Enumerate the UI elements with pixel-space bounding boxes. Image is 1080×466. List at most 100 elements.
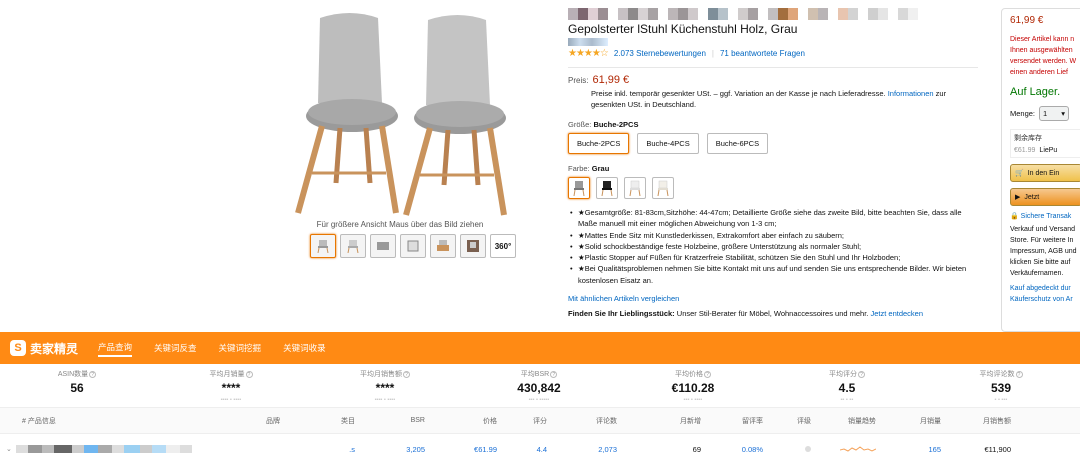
logo-icon: S	[10, 340, 26, 356]
metric-value: €110.28	[671, 381, 715, 395]
style-advisor-title: Finden Sie Ihr Lieblingsstück:	[568, 309, 675, 319]
size-option[interactable]: Buche-4PCS	[637, 133, 699, 154]
shipping-warning: Dieser Artikel kann n Ihnen ausgewählten…	[1010, 34, 1080, 78]
metric-label: 平均BSR?	[462, 369, 616, 379]
price-label: Preis:	[568, 76, 589, 85]
size-options: Buche-2PCS Buche-4PCS Buche-6PCS	[568, 133, 978, 154]
stock-widget: 剩余库存 €61.99 LiePu	[1010, 129, 1080, 158]
metric-label: 平均月销量?	[154, 369, 308, 379]
secure-transaction-label: Sichere Transak	[1020, 213, 1072, 220]
col-monthly-new[interactable]: 月新增	[617, 416, 701, 426]
seller-info-line: Verkauf und Versand	[1010, 226, 1075, 233]
cell-monthly-new: 69	[692, 444, 701, 454]
thumbnail[interactable]	[460, 234, 486, 258]
seller-sprite-panel: S 卖家精灵 产品查询 关键词反查 关键词挖掘 关键词收录 ASIN数量? 56…	[0, 332, 1080, 466]
col-bsr[interactable]: BSR	[355, 417, 425, 424]
metric-label: 平均价格?	[616, 369, 770, 379]
metric-asin-count: ASIN数量? 56	[0, 364, 154, 407]
col-price[interactable]: 价格	[425, 416, 497, 426]
cell-bsr[interactable]: 3,205	[355, 445, 425, 454]
size-option[interactable]: Buche-2PCS	[568, 133, 630, 154]
warning-line: Dieser Artikel kann n	[1010, 36, 1075, 43]
col-sales-trend[interactable]: 销量趋势	[811, 416, 876, 426]
help-icon[interactable]: ?	[550, 370, 558, 378]
help-icon[interactable]: ?	[89, 370, 97, 378]
col-product[interactable]: # 产品信息	[0, 416, 90, 426]
color-option-white[interactable]	[624, 177, 646, 199]
plugin-logo[interactable]: S 卖家精灵	[10, 340, 78, 357]
color-option-grey[interactable]	[568, 177, 590, 199]
view-360-button[interactable]: 360°	[490, 234, 516, 258]
discover-now-link[interactable]: Jetzt entdecken	[870, 309, 923, 318]
compare-link[interactable]: Mit ähnlichen Artikeln vergleichen	[568, 294, 978, 303]
buy-now-button[interactable]: ▶ Jetzt	[1010, 188, 1080, 206]
color-option-cream[interactable]	[652, 177, 674, 199]
thumbnail[interactable]	[370, 234, 396, 258]
tab-keyword-mining[interactable]: 关键词挖掘	[219, 340, 262, 356]
zoom-hint: Für größere Ansicht Maus über das Bild z…	[316, 220, 484, 229]
add-to-cart-button[interactable]: 🛒 In den Ein	[1010, 164, 1080, 182]
ratings-count-link[interactable]: 2.073 Sternebewertungen	[614, 49, 706, 58]
feature-bullet: ★Mattes Ende Sitz mit Kunstlederkissen, …	[568, 230, 978, 242]
size-label: Größe:	[568, 120, 592, 129]
redacted-store-link[interactable]	[568, 38, 608, 46]
secure-transaction-link[interactable]: 🔒 Sichere Transak	[1010, 212, 1080, 220]
tab-keyword-index[interactable]: 关键词收录	[283, 340, 326, 356]
plugin-header: S 卖家精灵 产品查询 关键词反查 关键词挖掘 关键词收录	[0, 332, 1080, 364]
col-brand[interactable]: 品牌	[90, 416, 280, 426]
chevron-down-icon[interactable]: ⌄	[6, 445, 12, 453]
help-icon[interactable]: ?	[704, 370, 711, 378]
warning-line: einen anderen Lief	[1010, 69, 1068, 76]
feature-bullet: ★Gesamtgröße: 81-83cm,Sitzhöhe: 44-47cm;…	[568, 207, 978, 230]
buyer-protection-link[interactable]: Kauf abgedeckt dur Käuferschutz von Ar	[1010, 283, 1080, 305]
cell-reviews: 2,073	[598, 444, 617, 454]
color-options	[568, 177, 978, 199]
price-note: Preise inkl. temporär gesenkter USt. – g…	[591, 88, 971, 110]
col-rating[interactable]: 评分	[497, 416, 547, 426]
warning-line: Ihnen ausgewählten	[1010, 47, 1073, 54]
thumbnail[interactable]	[310, 234, 336, 258]
metric-sub: ▪▪▪▪ ▪ ▪▪▪▪	[374, 397, 396, 403]
price-value: 61,99 €	[592, 74, 630, 86]
thumbnail[interactable]	[340, 234, 366, 258]
thumbnail[interactable]	[400, 234, 426, 258]
redacted-breadcrumb	[568, 8, 978, 20]
rating-separator: |	[711, 49, 714, 58]
tab-keyword-reverse[interactable]: 关键词反查	[154, 340, 197, 356]
color-option-black[interactable]	[596, 177, 618, 199]
metric-avg-price: 平均价格? €110.28 ▪▪▪ ▪ ▪▪▪▪	[616, 364, 770, 407]
vat-info-link[interactable]: Informationen	[888, 89, 934, 98]
col-monthly-revenue[interactable]: 月销售额	[941, 416, 1011, 426]
help-icon[interactable]: ?	[403, 370, 410, 378]
metric-value: ****	[221, 381, 241, 395]
help-icon[interactable]: ?	[858, 370, 865, 378]
metric-avg-monthly-sales: 平均月销量? **** ▪▪▪▪ ▪ ▪▪▪▪	[154, 364, 308, 407]
product-title: Gepolsterter lStuhl Küchenstuhl Holz, Gr…	[568, 22, 798, 36]
quantity-select[interactable]: 1 ▾	[1039, 106, 1070, 121]
answered-questions-link[interactable]: 71 beantwortete Fragen	[720, 49, 805, 58]
col-reviews[interactable]: 评论数	[547, 416, 617, 426]
col-grade[interactable]: 评级	[763, 416, 811, 426]
buy-box: 61,99 € Dieser Artikel kann n Ihnen ausg…	[1001, 8, 1080, 332]
help-icon[interactable]: ?	[1015, 370, 1023, 378]
stock-widget-title: 剩余库存	[1014, 135, 1042, 142]
tab-product-query[interactable]: 产品查询	[98, 339, 133, 357]
col-review-rate[interactable]: 留评率	[701, 416, 763, 426]
main-product-image[interactable]	[280, 8, 520, 218]
cell-grade	[763, 445, 811, 454]
col-category[interactable]: 类目	[280, 416, 355, 426]
metric-label: ASIN数量?	[0, 369, 154, 379]
product-info-cell: ⌄	[0, 445, 280, 453]
cell-sales-trend[interactable]	[811, 444, 876, 454]
size-option[interactable]: Buche-6PCS	[706, 133, 769, 154]
help-icon[interactable]: ?	[245, 370, 253, 378]
thumbnail[interactable]	[430, 234, 456, 258]
table-row[interactable]: ⌄ .s 3,205 €61.99 4.4 2,073 69 0.08% 165…	[0, 434, 1080, 464]
price-note-text: Preise inkl. temporär gesenkter USt. – g…	[591, 89, 886, 98]
style-advisor-text: Unser Stil-Berater für Möbel, Wohnaccess…	[676, 309, 869, 319]
seller-info-line: Verkäufernamen.	[1010, 270, 1064, 277]
cell-category[interactable]: .s	[280, 445, 355, 454]
col-monthly-sales[interactable]: 月销量	[876, 416, 941, 426]
star-rating-icon[interactable]: ★★★★☆	[568, 48, 609, 59]
color-label-row: Farbe: Grau	[568, 164, 978, 173]
